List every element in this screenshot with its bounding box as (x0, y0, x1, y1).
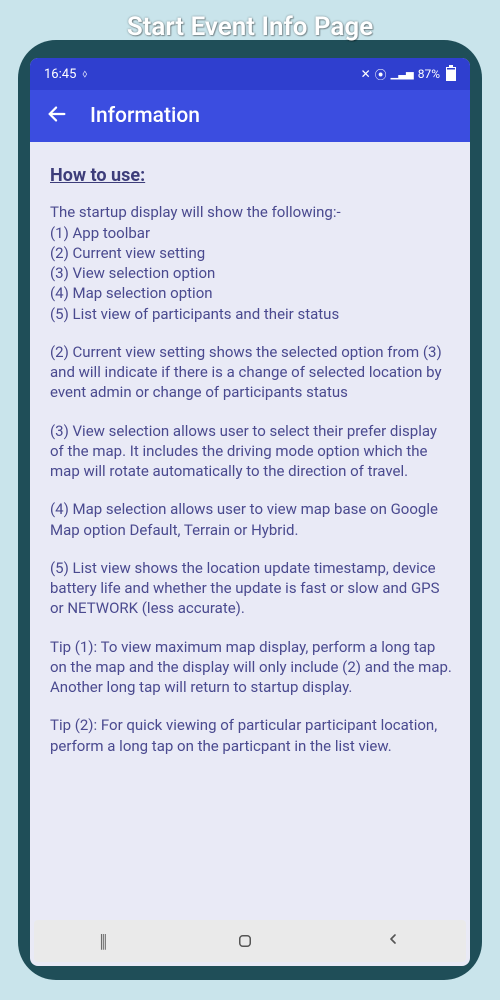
app-bar-title: Information (90, 104, 200, 128)
item-3: (3) View selection option (50, 263, 452, 283)
para-5: (5) List view shows the location update … (50, 558, 452, 619)
para-3: (3) View selection allows user to select… (50, 421, 452, 482)
mute-icon: ✕ (361, 67, 371, 81)
item-4: (4) Map selection option (50, 283, 452, 303)
nav-recent-button[interactable]: ||| (99, 931, 105, 952)
system-nav-bar: ||| (34, 920, 466, 962)
para-4: (4) Map selection allows user to view ma… (50, 499, 452, 540)
battery-pct: 87% (418, 67, 440, 81)
wifi-icon: ⬨ (82, 67, 87, 81)
intro-block: The startup display will show the follow… (50, 202, 452, 324)
status-bar: 16:45 ⬨ ✕ ⦿ ▁▃▅ 87% (30, 58, 470, 90)
item-1: (1) App toolbar (50, 223, 452, 243)
phone-frame: 16:45 ⬨ ✕ ⦿ ▁▃▅ 87% Information How to u… (18, 40, 482, 980)
nav-back-button[interactable] (385, 931, 401, 952)
app-bar: Information (30, 90, 470, 142)
how-to-heading: How to use: (50, 164, 452, 188)
home-icon (236, 932, 254, 950)
tip-2: Tip (2): For quick viewing of particular… (50, 715, 452, 756)
item-2: (2) Current view setting (50, 243, 452, 263)
battery-icon (446, 67, 456, 81)
status-left: 16:45 ⬨ (44, 67, 87, 82)
status-time: 16:45 (44, 67, 76, 82)
back-button[interactable] (46, 103, 68, 130)
info-content[interactable]: How to use: The startup display will sho… (30, 142, 470, 920)
para-2: (2) Current view setting shows the selec… (50, 342, 452, 403)
arrow-left-icon (46, 103, 68, 125)
signal-icon: ▁▃▅ (391, 69, 414, 80)
item-5: (5) List view of participants and their … (50, 304, 452, 324)
location-icon: ⦿ (375, 66, 387, 83)
chevron-left-icon (385, 931, 401, 947)
tip-1: Tip (1): To view maximum map display, pe… (50, 637, 452, 698)
nav-home-button[interactable] (236, 932, 254, 950)
status-right: ✕ ⦿ ▁▃▅ 87% (361, 66, 456, 83)
page-banner-title: Start Event Info Page (0, 12, 500, 42)
phone-screen: 16:45 ⬨ ✕ ⦿ ▁▃▅ 87% Information How to u… (30, 58, 470, 966)
intro-line: The startup display will show the follow… (50, 202, 452, 222)
